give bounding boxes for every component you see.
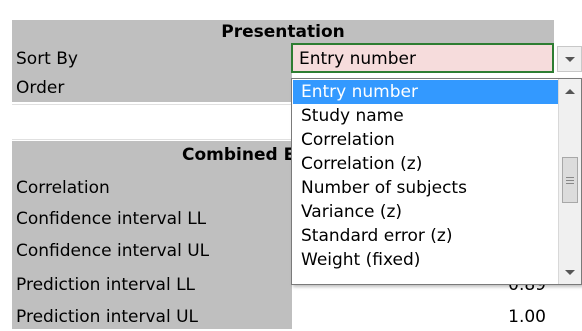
chevron-down-icon xyxy=(564,56,575,62)
spreadsheet: Presentation Sort By Entry number Order … xyxy=(0,0,582,329)
dropdown-scrollbar[interactable] xyxy=(558,79,581,284)
grip-line xyxy=(566,182,574,184)
dropdown-option-correlation-z[interactable]: Correlation (z) xyxy=(293,152,558,176)
dropdown-option-number-of-subjects[interactable]: Number of subjects xyxy=(293,176,558,200)
prediction-ll-cell: 0.89 xyxy=(292,285,554,300)
order-label: Order xyxy=(16,78,65,98)
sort-by-dropdown-list[interactable]: Entry number Study name Correlation Corr… xyxy=(291,78,582,285)
sort-by-label: Sort By xyxy=(16,49,78,69)
dropdown-option-entry-number[interactable]: Entry number xyxy=(293,80,558,104)
scrollbar-thumb[interactable] xyxy=(562,157,578,203)
prediction-ul-value: 1.00 xyxy=(508,307,546,327)
prediction-ll-value: 0.89 xyxy=(508,285,546,295)
dropdown-option-correlation[interactable]: Correlation xyxy=(293,128,558,152)
grip-line xyxy=(566,179,574,181)
blank-row xyxy=(12,104,292,140)
dropdown-option-variance-z[interactable]: Variance (z) xyxy=(293,200,558,224)
chevron-down-icon xyxy=(565,269,575,275)
confidence-ul-label: Confidence interval UL xyxy=(16,241,210,261)
scroll-down-button[interactable] xyxy=(559,262,581,282)
confidence-ll-label: Confidence interval LL xyxy=(16,209,207,229)
chevron-up-icon xyxy=(565,88,575,94)
dropdown-options: Entry number Study name Correlation Corr… xyxy=(293,80,558,272)
grip-icon xyxy=(566,176,574,178)
sort-by-cell[interactable]: Entry number xyxy=(291,43,554,73)
correlation-label: Correlation xyxy=(16,178,110,198)
sort-by-value: Entry number xyxy=(299,49,416,69)
scroll-up-button[interactable] xyxy=(559,81,581,101)
presentation-header: Presentation xyxy=(221,22,345,42)
dropdown-option-study-name[interactable]: Study name xyxy=(293,104,558,128)
dropdown-option-standard-error-z[interactable]: Standard error (z) xyxy=(293,224,558,248)
prediction-ul-label: Prediction interval UL xyxy=(16,307,198,327)
prediction-ul-cell: 1.00 xyxy=(292,301,554,329)
prediction-ll-label: Prediction interval LL xyxy=(16,275,196,295)
dropdown-option-weight-fixed[interactable]: Weight (fixed) xyxy=(293,248,558,272)
sort-by-dropdown-button[interactable] xyxy=(557,46,582,72)
combined-header: Combined E xyxy=(182,145,296,165)
